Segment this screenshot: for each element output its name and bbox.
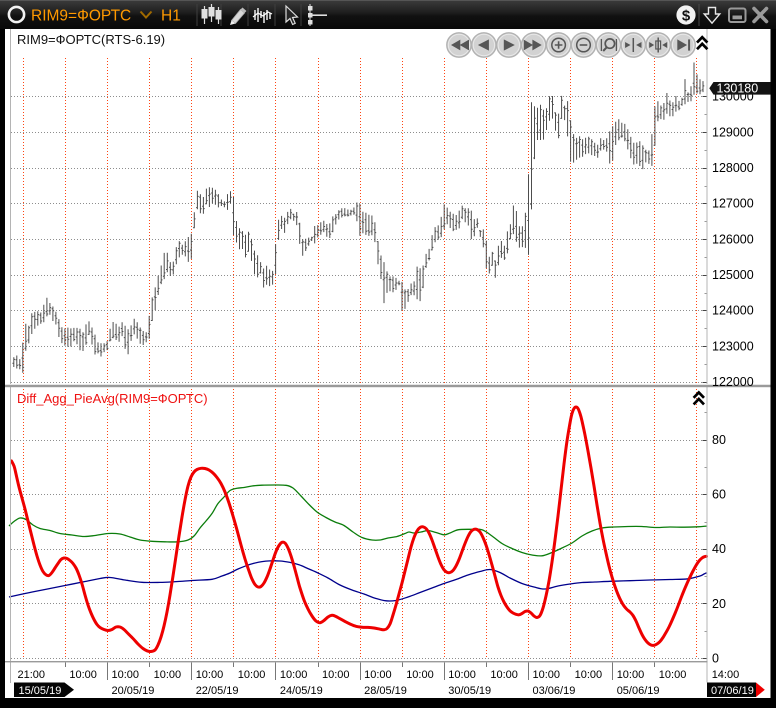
svg-text:07/06/19: 07/06/19 [711,685,754,697]
svg-text:122000: 122000 [712,375,754,389]
svg-text:15/05/19: 15/05/19 [19,685,62,697]
svg-text:10:00: 10:00 [112,669,140,681]
svg-text:14:00: 14:00 [712,669,740,681]
svg-text:$: $ [682,7,691,24]
svg-text:10:00: 10:00 [490,669,518,681]
svg-text:40: 40 [712,542,726,556]
svg-text:0: 0 [712,651,719,665]
svg-text:05/06/19: 05/06/19 [617,685,660,697]
svg-text:H1: H1 [161,8,181,25]
svg-text:10:00: 10:00 [154,669,182,681]
svg-text:Diff_Agg_PieAvg(RIM9=ФОРТС): Diff_Agg_PieAvg(RIM9=ФОРТС) [17,391,208,406]
svg-text:60: 60 [712,488,726,502]
svg-text:22/05/19: 22/05/19 [196,685,239,697]
svg-text:10:00: 10:00 [533,669,561,681]
svg-text:125000: 125000 [712,268,754,282]
svg-text:80: 80 [712,433,726,447]
svg-text:10:00: 10:00 [406,669,434,681]
svg-text:10:00: 10:00 [575,669,603,681]
svg-text:28/05/19: 28/05/19 [364,685,407,697]
svg-text:30/05/19: 30/05/19 [448,685,491,697]
svg-text:20/05/19: 20/05/19 [112,685,155,697]
svg-text:20: 20 [712,597,726,611]
svg-text:127000: 127000 [712,197,754,211]
svg-text:129000: 129000 [712,125,754,139]
svg-text:130180: 130180 [717,82,759,96]
svg-text:10:00: 10:00 [280,669,308,681]
svg-text:10:00: 10:00 [364,669,392,681]
svg-text:10:00: 10:00 [238,669,266,681]
svg-text:03/06/19: 03/06/19 [533,685,576,697]
svg-text:10:00: 10:00 [659,669,687,681]
svg-text:RIM9=ФОРТС(RTS-6.19): RIM9=ФОРТС(RTS-6.19) [17,32,165,47]
svg-text:10:00: 10:00 [69,669,97,681]
svg-text:24/05/19: 24/05/19 [280,685,323,697]
svg-text:124000: 124000 [712,304,754,318]
svg-text:10:00: 10:00 [617,669,645,681]
svg-text:126000: 126000 [712,232,754,246]
svg-text:128000: 128000 [712,161,754,175]
svg-text:RIM9=ФОРТС: RIM9=ФОРТС [31,8,131,25]
svg-text:10:00: 10:00 [448,669,476,681]
svg-text:10:00: 10:00 [322,669,350,681]
svg-text:10:00: 10:00 [196,669,224,681]
svg-text:21:00: 21:00 [18,669,46,681]
svg-text:123000: 123000 [712,339,754,353]
